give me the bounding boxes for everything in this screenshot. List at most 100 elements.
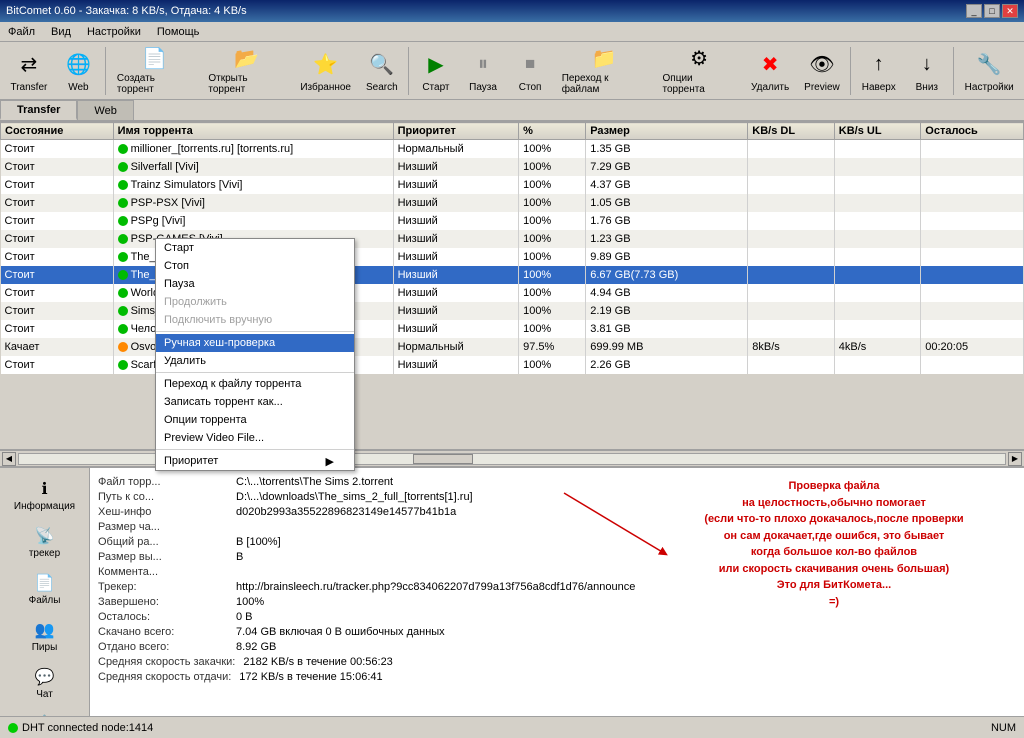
sidebar-peers-label: Пиры [32,642,58,653]
scroll-right-btn[interactable]: ▶ [1008,452,1022,466]
detail-value-hash: d020b2993a35522896823149e14577b41b1a [236,506,456,518]
toolbar-create[interactable]: 📄 Создать торрент [110,45,199,97]
toolbar-goto[interactable]: 📁 Переход к файлам [555,45,654,97]
ctx-save-as[interactable]: Записать торрент как... [156,393,354,411]
detail-row-remain: Осталось: 0 B [98,611,1016,623]
toolbar-delete[interactable]: ✖ Удалить [745,45,796,97]
ctx-priority[interactable]: Приоритет [156,452,354,470]
torrent-list[interactable]: Состояние Имя торрента Приоритет % Разме… [0,122,1024,450]
table-row[interactable]: Стоит Sims_2... Низший 100% 2.19 GB [1,302,1024,320]
toolbar-search[interactable]: 🔍 Search [359,45,404,97]
col-dl: KB/s DL [748,123,834,140]
details-content: Файл торр... C:\...\torrents\The Sims 2.… [90,468,1024,716]
detail-label-path: Путь к со... [98,491,228,503]
toolbar-start[interactable]: ▶ Старт [413,45,458,97]
scroll-left-btn[interactable]: ◀ [2,452,16,466]
scroll-thumb[interactable] [413,454,473,464]
ctx-delete[interactable]: Удалить [156,352,354,370]
col-priority: Приоритет [393,123,519,140]
maximize-button[interactable]: □ [984,4,1000,18]
toolbar-stop-label: Стоп [519,82,542,93]
toolbar-divider-3 [850,47,851,95]
toolbar-pause[interactable]: ⏸ Пауза [460,45,505,97]
toolbar-app-settings[interactable]: 🔧 Настройки [958,45,1020,97]
table-row[interactable]: Стоит Челове... Низший 100% 3.81 GB [1,320,1024,338]
detail-row-downloaded: Скачано всего: 7.04 GB включая 0 B ошибо… [98,626,1016,638]
cell-size: 4.94 GB [586,284,748,302]
start-icon: ▶ [420,48,452,80]
ctx-goto-file[interactable]: Переход к файлу торрента [156,375,354,393]
toolbar-open[interactable]: 📂 Открыть торрент [201,45,292,97]
table-row[interactable]: Стоит Silverfall [Vivi] Низший 100% 7.29… [1,158,1024,176]
table-row[interactable]: Качает Osvobod... Нормальный 97.5% 699.9… [1,338,1024,356]
detail-label-hash: Хеш-инфо [98,506,228,518]
sidebar-item-files[interactable]: 📄 Файлы [0,566,89,613]
ctx-start[interactable]: Старт [156,239,354,257]
horizontal-scrollbar[interactable]: ◀ ▶ [0,450,1024,466]
status-dot [118,270,128,280]
minimize-button[interactable]: _ [966,4,982,18]
toolbar-down-label: Вниз [916,82,938,93]
ctx-torrent-options[interactable]: Опции торрента [156,411,354,429]
table-row[interactable]: Стоит The_sim... Низший 100% 6.67 GB(7.7… [1,266,1024,284]
cell-ul [834,230,920,248]
toolbar-preview-label: Preview [804,82,840,93]
sidebar-item-logs[interactable]: 📋 Логи [0,707,89,716]
table-row[interactable]: Стоит The_sims_2_full_[torrents[1].ru] [… [1,248,1024,266]
table-row[interactable]: Стоит PSPg [Vivi] Низший 100% 1.76 GB [1,212,1024,230]
ctx-stop[interactable]: Стоп [156,257,354,275]
ctx-preview-video[interactable]: Preview Video File... [156,429,354,447]
cell-status: Стоит [1,176,114,194]
cell-remain [921,158,1024,176]
statusbar: DHT connected node:1414 NUM [0,716,1024,738]
toolbar-torrent-options[interactable]: ⚙ Опции торрента [656,45,743,97]
cell-dl [748,176,834,194]
dht-dot [8,723,18,733]
toolbar-down[interactable]: ↓ Вниз [904,45,949,97]
ctx-hash-check[interactable]: Ручная хеш-проверка [156,334,354,352]
toolbar-transfer[interactable]: ⇄ Transfer [4,45,54,97]
ctx-manual-connect[interactable]: Подключить вручную [156,311,354,329]
table-row[interactable]: Стоит PSP-GAMES [Vivi] Низший 100% 1.23 … [1,230,1024,248]
hscroll-track[interactable]: ◀ ▶ [0,451,1024,467]
toolbar-preview[interactable]: 👁 Preview [798,45,847,97]
sidebar-item-peers[interactable]: 👥 Пиры [0,613,89,660]
menu-file[interactable]: Файл [4,25,39,39]
cell-remain [921,302,1024,320]
table-row[interactable]: Стоит millioner_[torrents.ru] [torrents.… [1,140,1024,158]
table-row[interactable]: Стоит PSP-PSX [Vivi] Низший 100% 1.05 GB [1,194,1024,212]
sidebar-item-tracker[interactable]: 📡 трекер [0,519,89,566]
menu-settings[interactable]: Настройки [83,25,145,39]
cell-ul [834,284,920,302]
table-row[interactable]: Стоит World c... Низший 100% 4.94 GB [1,284,1024,302]
toolbar-web[interactable]: 🌐 Web [56,45,101,97]
cell-ul [834,140,920,158]
detail-value-selected: B [236,551,243,563]
detail-value-complete: 100% [236,596,264,608]
toolbar-stop[interactable]: ⏹ Стоп [508,45,553,97]
sidebar-item-info[interactable]: ℹ Информация [0,472,89,519]
toolbar-up[interactable]: ↑ Наверх [855,45,902,97]
cell-pct: 100% [519,176,586,194]
tab-transfer[interactable]: Transfer [0,100,77,120]
cell-pct: 100% [519,302,586,320]
sidebar-item-chat[interactable]: 💬 Чат [0,660,89,707]
ctx-separator-3 [156,449,354,450]
cell-ul [834,194,920,212]
detail-row-avg-dl: Средняя скорость закачки: 2182 KB/s в те… [98,656,1016,668]
table-row[interactable]: Стоит Trainz Simulators [Vivi] Низший 10… [1,176,1024,194]
toolbar-favorites[interactable]: ⭐ Избранное [294,45,357,97]
toolbar-divider-4 [953,47,954,95]
toolbar-start-label: Старт [422,82,449,93]
cell-size: 2.26 GB [586,356,748,374]
ctx-pause[interactable]: Пауза [156,275,354,293]
close-button[interactable]: ✕ [1002,4,1018,18]
ctx-separator-2 [156,372,354,373]
ctx-continue[interactable]: Продолжить [156,293,354,311]
table-row[interactable]: Стоит Scarfac... Низший 100% 2.26 GB [1,356,1024,374]
main-area: Состояние Имя торрента Приоритет % Разме… [0,122,1024,716]
tab-web[interactable]: Web [77,100,133,120]
menu-view[interactable]: Вид [47,25,75,39]
menu-help[interactable]: Помощь [153,25,204,39]
cell-name: millioner_[torrents.ru] [torrents.ru] [113,140,393,158]
